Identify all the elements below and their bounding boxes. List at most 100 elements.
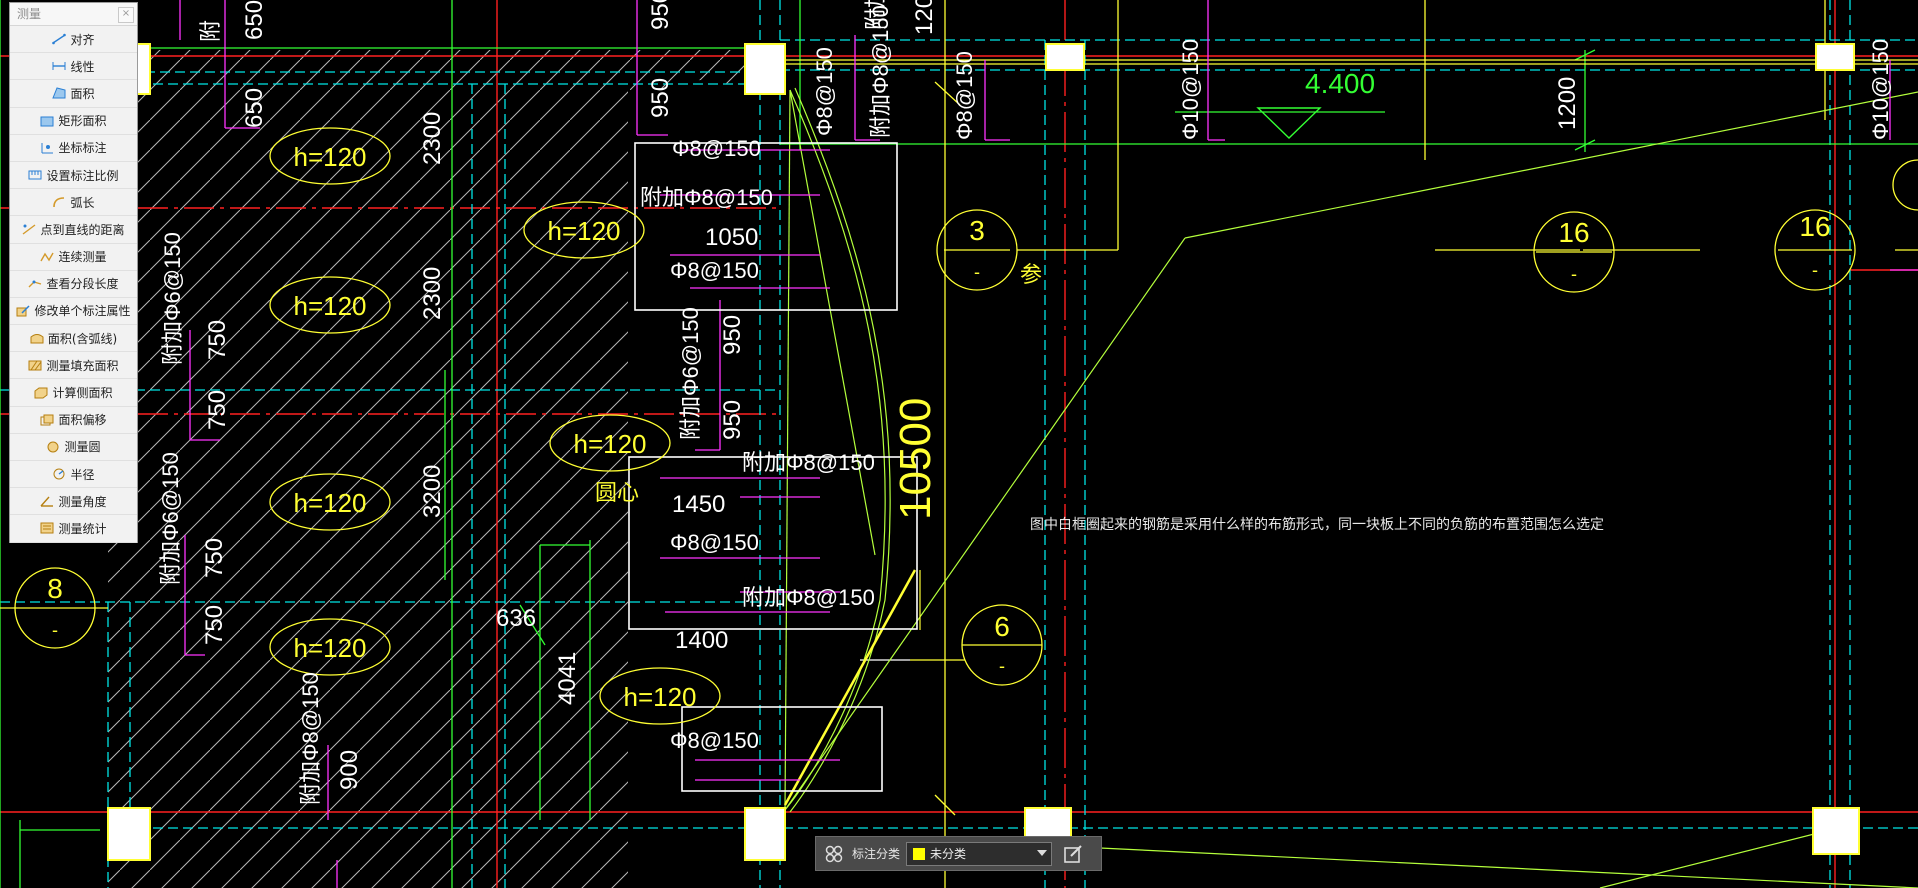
dim-text: 2300 — [419, 267, 446, 320]
dim-text: 950 — [647, 78, 674, 118]
dim-text: 750 — [204, 390, 231, 430]
rebar-label: Φ8@150 — [672, 136, 761, 161]
measure-tool-edit-dimension[interactable]: 修改单个标注属性 — [10, 298, 137, 326]
measure-tool-radius[interactable]: 半径 — [10, 461, 137, 489]
measure-tool-area[interactable]: 面积 — [10, 80, 137, 108]
arc-area-icon — [30, 334, 44, 344]
slab-label: h=120 — [293, 488, 366, 518]
grid-number: 6 — [994, 611, 1010, 642]
measure-tool-statistics[interactable]: 测量统计 — [10, 515, 137, 543]
dim-text: 750 — [201, 538, 228, 578]
slab-label: h=120 — [573, 429, 646, 459]
dim-text: 636 — [496, 605, 536, 632]
measure-tool-label: 计算侧面积 — [52, 386, 113, 401]
rebar-label: Φ8@150 — [812, 47, 837, 136]
dimension-category-bar: 标注分类 未分类 — [815, 836, 1102, 871]
rebar-label: Φ10@150 — [1868, 39, 1893, 140]
edit-icon[interactable] — [1062, 843, 1084, 865]
measure-tool-label: 测量圆 — [64, 440, 101, 455]
measure-tool-label: 设置标注比例 — [46, 168, 119, 183]
linear-dimension-icon — [52, 62, 66, 71]
rebar-label: 附加Φ6@150 — [158, 452, 183, 585]
measure-tool-coordinate[interactable]: 坐标标注 — [10, 135, 137, 162]
rebar-label: Φ8@150 — [952, 51, 977, 140]
grid-sub: - — [1812, 260, 1818, 280]
rebar-label: 附加Φ8@150 — [863, 0, 888, 30]
dim-text: 4041 — [554, 652, 581, 705]
measure-tool-hatch-area[interactable]: 测量填充面积 — [10, 352, 137, 380]
grid-view-icon[interactable] — [824, 844, 844, 864]
coordinate-icon — [41, 142, 54, 154]
question-note-text: 图中白框圈起来的钢筋是采用什么样的布筋形式，同一块板上不同的负筋的布置范围怎么选… — [1030, 517, 1604, 533]
measure-tool-continuous-measure[interactable]: 连续测量 — [10, 244, 137, 271]
grid-sub: - — [974, 262, 980, 282]
grid-sub: - — [52, 620, 58, 640]
dim-text: 950 — [647, 0, 674, 30]
lime-lines — [784, 87, 1918, 888]
elevation-marker: 4.400 — [1256, 68, 1375, 139]
measure-tool-angle[interactable]: 测量角度 — [10, 488, 137, 516]
elevation-text: 4.400 — [1305, 68, 1375, 99]
measure-tool-segment-length[interactable]: 查看分段长度 — [10, 271, 137, 298]
radius-icon — [53, 468, 65, 480]
statistics-icon — [40, 522, 54, 534]
side-area-icon — [34, 387, 48, 399]
area-icon — [52, 87, 66, 99]
rebar-label: 附加Φ8@150 — [742, 450, 875, 475]
slab-label: h=120 — [293, 142, 366, 172]
measure-tool-arc-area[interactable]: 面积(含弧线) — [10, 325, 137, 353]
center-text: 圆心 — [595, 480, 639, 505]
dim-text: 1400 — [675, 627, 728, 654]
rebar-label: 附加Φ6@150 — [678, 307, 703, 440]
rebar-label: 附加Φ8@150 — [640, 185, 773, 210]
dim-text: 650 — [241, 0, 268, 40]
measure-tool-label: 点到直线的距离 — [40, 222, 125, 237]
dim-text: 650 — [241, 88, 268, 128]
slab-label: h=120 — [547, 216, 620, 246]
slab-label: h=120 — [293, 633, 366, 663]
align-dimension-icon — [52, 33, 67, 45]
ref-text: 参 — [1020, 262, 1042, 287]
rebar-label: 附加Φ8@150 — [742, 585, 875, 610]
category-select[interactable]: 未分类 — [906, 841, 1053, 866]
measure-tool-arc-length[interactable]: 弧长 — [10, 189, 137, 217]
measure-tool-label: 面积 — [70, 86, 95, 101]
measure-tool-rectangle-area[interactable]: 矩形面积 — [10, 108, 137, 135]
measure-tool-align-dimension[interactable]: 对齐 — [10, 26, 137, 54]
measure-tool-scale[interactable]: 设置标注比例 — [10, 162, 137, 190]
dim-text: 1050 — [705, 224, 758, 251]
grid-number: 3 — [969, 215, 985, 246]
dim-text: 3200 — [419, 465, 446, 518]
close-icon[interactable]: × — [118, 7, 134, 23]
measure-tool-linear-dimension[interactable]: 线性 — [10, 53, 137, 81]
dim-text: 950 — [719, 315, 746, 355]
panel-item-list: 对齐线性面积矩形面积坐标标注设置标注比例弧长点到直线的距离 连续测量查看分段长度修… — [10, 26, 137, 543]
grid-sub: - — [999, 656, 1005, 676]
rebar-label: Φ8@150 — [670, 530, 759, 555]
measure-tool-side-area[interactable]: 计算侧面积 — [10, 379, 137, 407]
continuous-measure-icon — [40, 252, 55, 261]
dim-text: 750 — [204, 320, 231, 360]
arc-length-icon — [53, 197, 65, 208]
slab-label: h=120 — [293, 291, 366, 321]
angle-icon — [40, 496, 54, 507]
dim-text: 1200 — [1554, 77, 1581, 130]
measure-tool-area-offset[interactable]: 面积偏移 — [10, 407, 137, 434]
category-color-swatch — [913, 847, 926, 860]
measure-tool-circle-measure[interactable]: 测量圆 — [10, 434, 137, 461]
big-dim-text: 10500 — [891, 398, 940, 520]
rebar-label: Φ10@150 — [1178, 39, 1203, 140]
edit-dimension-icon — [16, 305, 31, 317]
measure-tool-point-line-distance[interactable]: 点到直线的距离 — [10, 216, 137, 244]
measure-tool-label: 对齐 — [70, 32, 95, 47]
dim-text: 1450 — [672, 491, 725, 518]
measure-tool-label: 连续测量 — [58, 250, 107, 265]
dim-text: 1200 — [911, 0, 938, 35]
slab-label: h=120 — [623, 682, 696, 712]
dim-text: 750 — [201, 605, 228, 645]
dim-text: 2300 — [419, 112, 446, 165]
cad-drawing-canvas[interactable]: 4.400 h=120 h=120 h=120 h=120 h=120 h=12… — [0, 0, 1918, 888]
circle-measure-icon — [47, 441, 59, 453]
measure-tool-label: 坐标标注 — [58, 141, 107, 156]
scale-icon — [28, 170, 42, 180]
